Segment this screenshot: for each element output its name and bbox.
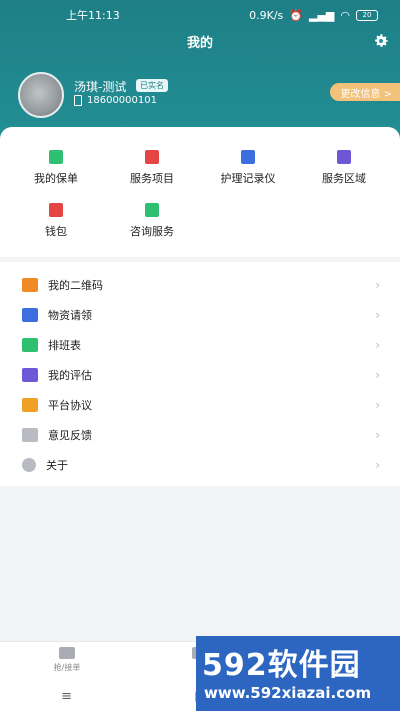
quick-action-service-items[interactable]: 服务项目 [102,150,202,186]
status-bar: 上午11:13 0.9K/s ⏰ ▂▄▆ ◠ 20 [0,0,400,30]
watermark-url: www.592xiazai.com [204,684,372,702]
phone-row: 18600000101 [74,95,157,106]
recorder-icon [241,150,255,164]
status-icons: 0.9K/s ⏰ ▂▄▆ ◠ 20 [249,9,378,22]
quick-action-recorder[interactable]: 护理记录仪 [198,150,298,186]
status-time: 上午11:13 [66,9,120,22]
menu-label: 关于 [46,459,68,472]
watermark: 592软件园 www.592xiazai.com [196,636,400,711]
menu-item-schedule[interactable]: 排班表 › [0,330,400,360]
quick-action-label: 服务项目 [130,172,174,185]
menu-item-qrcode[interactable]: 我的二维码 › [0,270,400,300]
net-speed: 0.9K/s [249,8,284,22]
feedback-icon [22,428,38,442]
chevron-right-icon: › [375,458,380,472]
page-title: 我的 [186,36,213,51]
qrcode-icon [22,278,38,292]
order-icon [59,647,75,659]
menu-label: 平台协议 [48,399,92,412]
alarm-icon: ⏰ [289,8,303,22]
tab-grab-order[interactable]: 抢/接单 [32,647,102,673]
quick-action-label: 钱包 [45,225,67,238]
medical-box-icon [22,308,38,322]
quick-action-service-area[interactable]: 服务区域 [294,150,394,186]
wallet-icon [49,203,63,217]
battery-icon: 20 [356,9,378,21]
quick-action-my-policy[interactable]: 我的保单 [6,150,106,186]
edit-info-button[interactable]: 更改信息 > [330,83,400,101]
chevron-right-icon: › [375,398,380,412]
calendar-icon [22,338,38,352]
menu-label: 排班表 [48,339,81,352]
quick-action-label: 我的保单 [34,172,78,185]
chat-icon [145,203,159,217]
quick-action-label: 咨询服务 [130,225,174,238]
quick-action-wallet[interactable]: 钱包 [6,203,106,239]
tab-label: 抢/接单 [53,663,81,672]
chevron-right-icon: › [375,368,380,382]
menu-list: 我的二维码 › 物资请领 › 排班表 › 我的评估 › 平台协议 › 意见反馈 … [0,262,400,486]
quick-action-consult[interactable]: 咨询服务 [102,203,202,239]
menu-label: 物资请领 [48,309,92,322]
chevron-right-icon: › [375,338,380,352]
menu-label: 我的二维码 [48,279,103,292]
menu-item-feedback[interactable]: 意见反馈 › [0,420,400,450]
quick-actions-card: 我的保单 服务项目 护理记录仪 服务区域 钱包 咨询服务 [0,127,400,257]
verified-badge: 已实名 [136,79,168,92]
evaluation-icon [22,368,38,382]
policy-icon [49,150,63,164]
menu-item-agreement[interactable]: 平台协议 › [0,390,400,420]
chevron-right-icon: › [375,428,380,442]
phone-number: 18600000101 [87,95,157,106]
menu-item-evaluation[interactable]: 我的评估 › [0,360,400,390]
map-pin-icon [337,150,351,164]
settings-button[interactable] [370,30,392,52]
info-icon [22,458,36,472]
phone-icon [74,95,82,106]
avatar[interactable] [18,72,64,118]
signal-icon: ▂▄▆ [309,8,335,22]
menu-item-about[interactable]: 关于 › [0,450,400,480]
service-items-icon [145,150,159,164]
menu-item-supplies[interactable]: 物资请领 › [0,300,400,330]
gear-icon [375,34,388,47]
menu-nav-icon[interactable]: ≡ [61,689,72,704]
chevron-right-icon: › [375,278,380,292]
user-name: 汤琪-测试 [74,80,127,94]
chevron-right-icon: › [375,308,380,322]
menu-label: 我的评估 [48,369,92,382]
menu-label: 意见反馈 [48,429,92,442]
wifi-icon: ◠ [340,8,350,22]
watermark-brand: 592软件园 [202,648,361,683]
quick-action-label: 服务区域 [322,172,366,185]
agreement-icon [22,398,38,412]
quick-action-label: 护理记录仪 [220,172,276,185]
